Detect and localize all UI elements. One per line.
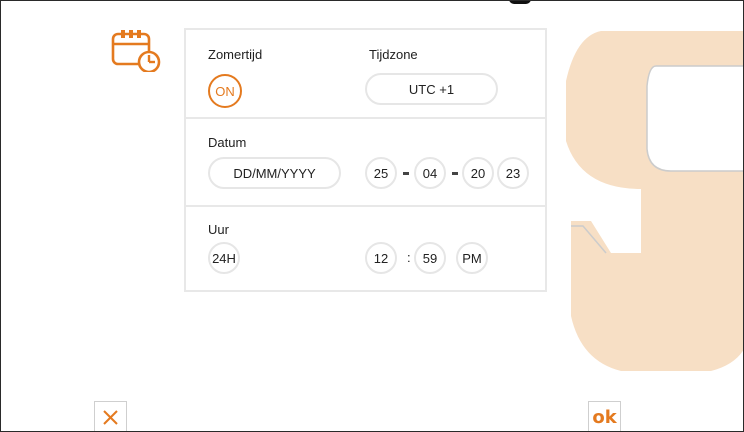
notch-marker bbox=[509, 1, 531, 4]
time-label: Uur bbox=[208, 222, 229, 237]
time-row: Uur 24H 12 : 59 PM bbox=[186, 207, 545, 290]
timezone-label: Tijdzone bbox=[369, 47, 418, 62]
brand-watermark bbox=[566, 31, 743, 371]
date-row: Datum DD/MM/YYYY 25 04 20 23 bbox=[186, 119, 545, 207]
summertime-label: Zomertijd bbox=[208, 47, 263, 62]
datetime-settings-panel: Zomertijd ON Tijdzone UTC +1 Datum DD/MM… bbox=[184, 28, 547, 292]
date-month-field[interactable]: 04 bbox=[414, 157, 446, 189]
date-separator bbox=[452, 172, 458, 175]
time-ampm-toggle[interactable]: PM bbox=[456, 242, 488, 274]
cancel-button[interactable] bbox=[94, 401, 127, 431]
time-format-toggle[interactable]: 24H bbox=[208, 242, 240, 274]
time-separator: : bbox=[407, 250, 411, 265]
ok-label: ok bbox=[592, 407, 617, 428]
time-hour-field[interactable]: 12 bbox=[365, 242, 397, 274]
summertime-timezone-row: Zomertijd ON Tijdzone UTC +1 bbox=[186, 30, 545, 119]
timezone-select[interactable]: UTC +1 bbox=[365, 73, 498, 105]
settings-screen: Zomertijd ON Tijdzone UTC +1 Datum DD/MM… bbox=[0, 0, 744, 432]
close-icon bbox=[103, 410, 118, 425]
date-format-select[interactable]: DD/MM/YYYY bbox=[208, 157, 341, 189]
ok-button[interactable]: ok bbox=[588, 401, 621, 431]
date-day-field[interactable]: 25 bbox=[365, 157, 397, 189]
date-century-field[interactable]: 20 bbox=[462, 157, 494, 189]
date-label: Datum bbox=[208, 135, 247, 150]
summertime-toggle[interactable]: ON bbox=[208, 74, 242, 108]
date-separator bbox=[403, 172, 409, 175]
time-minute-field[interactable]: 59 bbox=[414, 242, 446, 274]
date-year-field[interactable]: 23 bbox=[497, 157, 529, 189]
status-strip bbox=[1, 1, 743, 7]
calendar-clock-icon bbox=[111, 30, 161, 72]
